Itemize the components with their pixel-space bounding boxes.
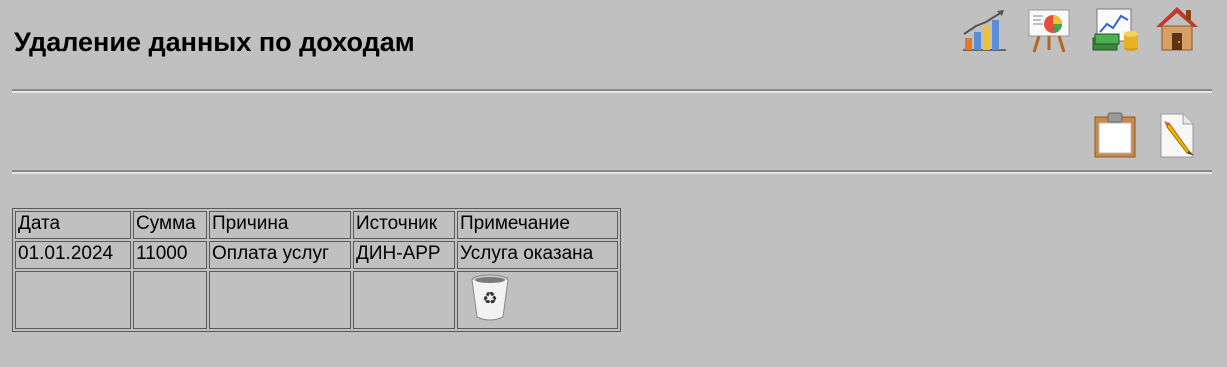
edit-pencil-icon[interactable] (1155, 111, 1203, 159)
recycle-bin-icon[interactable]: ♻ (468, 273, 512, 321)
bar-chart-icon[interactable] (960, 6, 1008, 54)
clipboard-icon[interactable] (1091, 111, 1139, 159)
presentation-pie-icon[interactable] (1025, 6, 1073, 54)
page-title: Удаление данных по доходам (14, 27, 415, 57)
header-date: Дата (15, 211, 131, 239)
empty-cell (133, 271, 207, 329)
header-note: Примечание (457, 211, 618, 239)
cell-note: Услуга оказана (457, 241, 618, 269)
table-header-row: Дата Сумма Причина Источник Примечание (15, 211, 618, 239)
cell-date: 01.01.2024 (15, 241, 131, 269)
empty-cell (15, 271, 131, 329)
table-row: 01.01.2024 11000 Оплата услуг ДИН-АРР Ус… (15, 241, 618, 269)
income-table: Дата Сумма Причина Источник Примечание 0… (12, 208, 621, 332)
table-action-row: ♻ (15, 271, 618, 329)
svg-text:♻: ♻ (482, 289, 497, 308)
empty-cell (209, 271, 351, 329)
cell-source: ДИН-АРР (353, 241, 455, 269)
top-divider (12, 89, 1212, 93)
header-reason: Причина (209, 211, 351, 239)
cell-amount: 11000 (133, 241, 207, 269)
delete-cell: ♻ (457, 271, 618, 329)
header-amount: Сумма (133, 211, 207, 239)
money-chart-icon[interactable] (1091, 6, 1139, 54)
cell-reason: Оплата услуг (209, 241, 351, 269)
header-source: Источник (353, 211, 455, 239)
empty-cell (353, 271, 455, 329)
home-icon[interactable] (1153, 4, 1201, 52)
toolbar-divider (12, 170, 1212, 174)
